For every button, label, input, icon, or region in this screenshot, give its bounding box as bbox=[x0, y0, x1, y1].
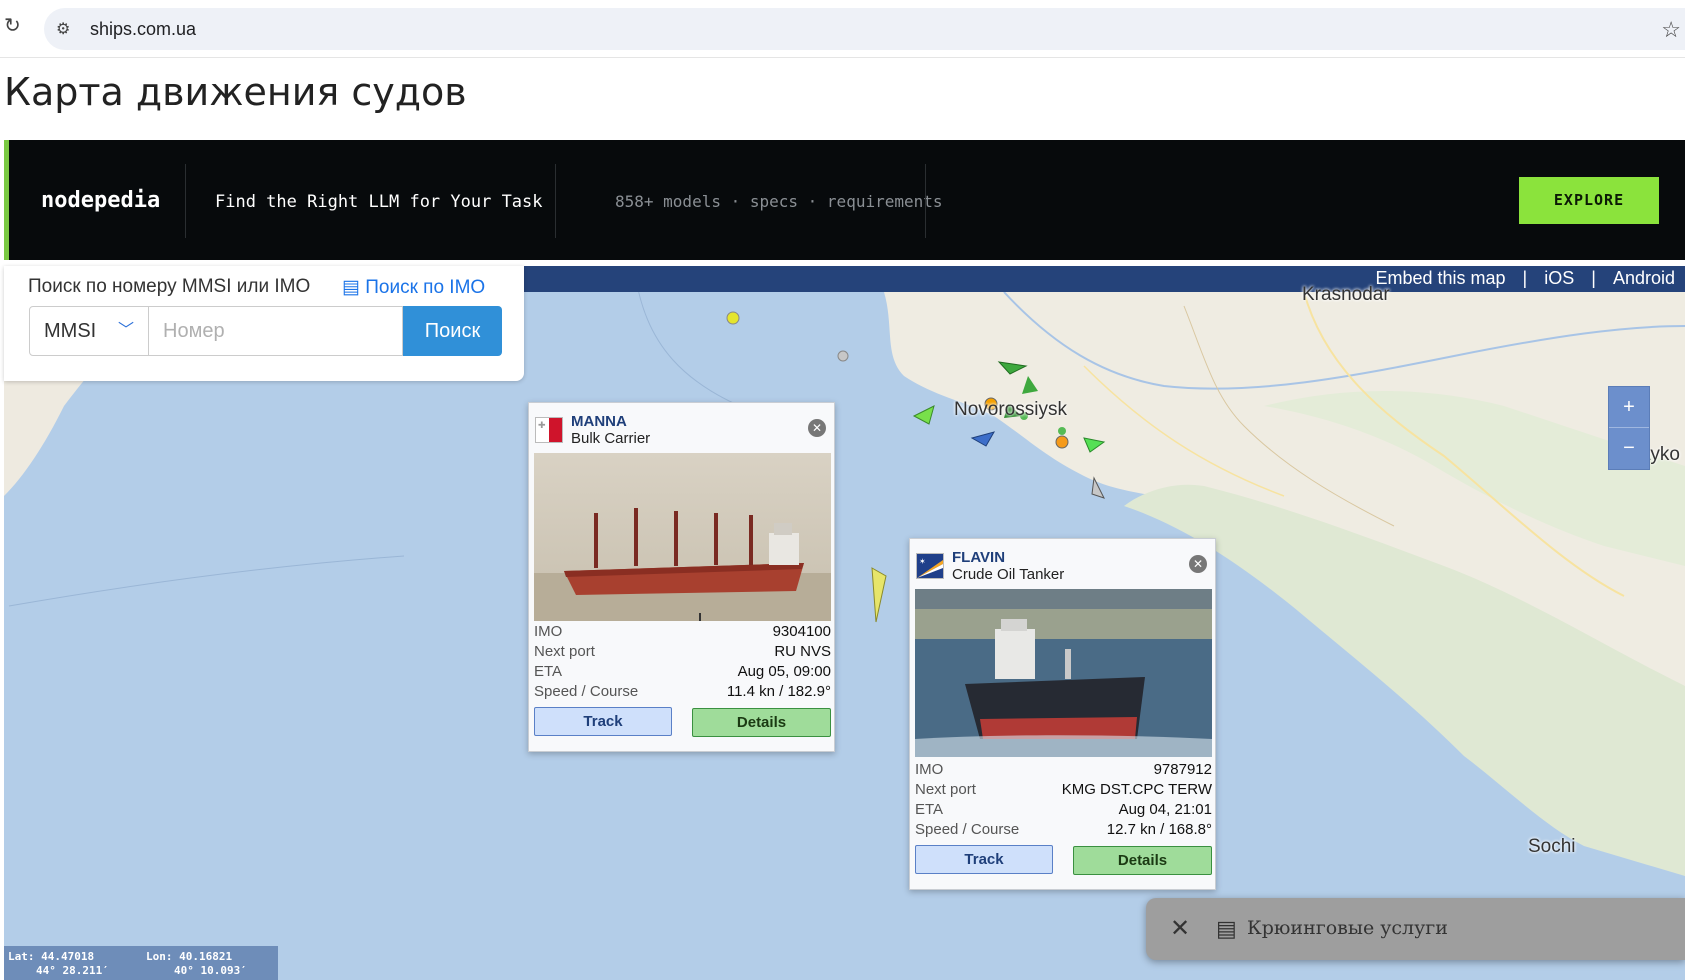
eta-value: Aug 04, 21:01 bbox=[1118, 801, 1212, 818]
reload-icon[interactable]: ↻ bbox=[4, 16, 24, 36]
ship-info: IMO 9304100 Next port RU NVS ETA Aug 05, 09… bbox=[534, 623, 831, 703]
speed-row: Speed / Course 11.4 kn / 182.9° bbox=[534, 683, 831, 703]
cursor-coordinates: Lat: 44.47018 44° 28.211′ Lon: 40.16821 … bbox=[4, 946, 278, 980]
url-text: ships.com.ua bbox=[90, 19, 197, 39]
map-links: Embed this map | iOS | Android bbox=[1369, 268, 1681, 289]
eta-label: ETA bbox=[534, 663, 563, 680]
search-button[interactable]: Поиск bbox=[403, 306, 502, 356]
track-button[interactable]: Track bbox=[534, 707, 672, 736]
imo-row: IMO 9787912 bbox=[915, 761, 1212, 781]
ship-popup-flavin: ✶ FLAVIN Crude Oil Tanker ✕ IMO 9787912 N… bbox=[909, 538, 1216, 890]
search-imo-link-label: Поиск по IMO bbox=[365, 277, 486, 298]
ship-type: Bulk Carrier bbox=[571, 430, 651, 447]
ship-photo[interactable] bbox=[534, 453, 831, 621]
ios-link[interactable]: iOS bbox=[1544, 268, 1574, 288]
svg-text:✚: ✚ bbox=[538, 420, 546, 430]
eta-label: ETA bbox=[915, 801, 944, 818]
next-port-row: Next port KMG DST.CPC TERW bbox=[915, 781, 1212, 801]
lat-decimal: Lat: 44.47018 bbox=[8, 950, 95, 963]
id-type-select[interactable]: MMSI ﹀ bbox=[29, 306, 149, 356]
id-card-icon: ▤ bbox=[342, 277, 360, 298]
ad-divider bbox=[555, 164, 556, 238]
next-port-value: KMG DST.CPC TERW bbox=[1061, 781, 1212, 798]
embed-map-link[interactable]: Embed this map bbox=[1375, 268, 1505, 288]
eta-row: ETA Aug 04, 21:01 bbox=[915, 801, 1212, 821]
eta-value: Aug 05, 09:00 bbox=[737, 663, 831, 680]
map-label-sochi: Sochi bbox=[1528, 836, 1576, 857]
browser-toolbar: ↻ ⚙ ships.com.ua ☆ bbox=[0, 0, 1685, 58]
lon-dm: 40° 10.093′ bbox=[174, 964, 247, 977]
link-separator: | bbox=[1591, 268, 1596, 288]
imo-label: IMO bbox=[534, 623, 563, 640]
ad-logo: nodepedia bbox=[41, 188, 161, 213]
ad-divider bbox=[925, 164, 926, 238]
next-port-label: Next port bbox=[534, 643, 595, 660]
page-title: Карта движения судов bbox=[4, 70, 467, 114]
zoom-in-button[interactable]: + bbox=[1609, 387, 1649, 428]
ad-headline: Find the Right LLM for Your Task bbox=[215, 192, 543, 212]
site-settings-icon[interactable]: ⚙ bbox=[56, 19, 76, 39]
imo-row: IMO 9304100 bbox=[534, 623, 831, 643]
imo-value: 9304100 bbox=[772, 623, 831, 640]
android-link[interactable]: Android bbox=[1613, 268, 1675, 288]
ad-banner[interactable]: nodepedia Find the Right LLM for Your Ta… bbox=[4, 140, 1685, 260]
search-imo-link[interactable]: ▤ Поиск по IMO bbox=[342, 276, 485, 299]
search-label: Поиск по номеру MMSI или IMO bbox=[28, 276, 311, 297]
imo-label: IMO bbox=[915, 761, 944, 778]
zoom-control: + − bbox=[1608, 386, 1650, 470]
speed-row: Speed / Course 12.7 kn / 168.8° bbox=[915, 821, 1212, 841]
ad-divider bbox=[185, 164, 186, 238]
speed-label: Speed / Course bbox=[915, 821, 1020, 838]
chevron-down-icon: ﹀ bbox=[117, 322, 134, 339]
number-input[interactable] bbox=[149, 306, 403, 356]
ship-name[interactable]: MANNA bbox=[571, 413, 627, 430]
ship-photo[interactable] bbox=[915, 589, 1212, 757]
details-button[interactable]: Details bbox=[1073, 846, 1212, 875]
close-icon[interactable]: ✕ bbox=[1170, 914, 1190, 943]
eta-row: ETA Aug 05, 09:00 bbox=[534, 663, 831, 683]
explore-button[interactable]: EXPLORE bbox=[1519, 177, 1659, 224]
speed-value: 12.7 kn / 168.8° bbox=[1106, 821, 1212, 838]
next-port-row: Next port RU NVS bbox=[534, 643, 831, 663]
malta-flag-icon: ✚ bbox=[535, 417, 563, 443]
imo-value: 9787912 bbox=[1153, 761, 1212, 778]
newspaper-icon: ▤ bbox=[1216, 916, 1237, 941]
address-bar[interactable]: ⚙ ships.com.ua ☆ bbox=[44, 8, 1685, 50]
id-type-value: MMSI bbox=[44, 320, 97, 342]
toast-text[interactable]: Крюинговые услуги bbox=[1247, 917, 1448, 939]
svg-text:✶: ✶ bbox=[919, 557, 926, 566]
marshall-islands-flag-icon: ✶ bbox=[916, 553, 944, 579]
bookmark-star-icon[interactable]: ☆ bbox=[1661, 17, 1681, 43]
ad-subline: 858+ models · specs · requirements bbox=[615, 192, 943, 211]
details-button[interactable]: Details bbox=[692, 708, 831, 737]
next-port-value: RU NVS bbox=[774, 643, 831, 660]
zoom-out-button[interactable]: − bbox=[1609, 428, 1649, 469]
ship-popup-manna: ✚ MANNA Bulk Carrier ✕ IMO 9304100 Next … bbox=[528, 402, 835, 752]
speed-label: Speed / Course bbox=[534, 683, 639, 700]
map-label-krasnodar: Krasnodar bbox=[1302, 284, 1390, 305]
close-icon[interactable]: ✕ bbox=[808, 419, 826, 437]
lat-dm: 44° 28.211′ bbox=[36, 964, 109, 977]
track-button[interactable]: Track bbox=[915, 845, 1053, 874]
lon-decimal: Lon: 40.16821 bbox=[146, 950, 233, 963]
ship-type: Crude Oil Tanker bbox=[952, 566, 1065, 583]
crewing-toast[interactable]: ✕ ▤ Крюинговые услуги bbox=[1146, 898, 1685, 960]
speed-value: 11.4 kn / 182.9° bbox=[726, 683, 831, 700]
map-label-novorossiysk: Novorossiysk bbox=[954, 399, 1067, 420]
close-icon[interactable]: ✕ bbox=[1189, 555, 1207, 573]
ship-name[interactable]: FLAVIN bbox=[952, 549, 1005, 566]
next-port-label: Next port bbox=[915, 781, 976, 798]
link-separator: | bbox=[1522, 268, 1528, 288]
ship-info: IMO 9787912 Next port KMG DST.CPC TERW ETA… bbox=[915, 761, 1212, 841]
vessel-search-panel: Поиск по номеру MMSI или IMO ▤ Поиск по … bbox=[4, 266, 524, 381]
